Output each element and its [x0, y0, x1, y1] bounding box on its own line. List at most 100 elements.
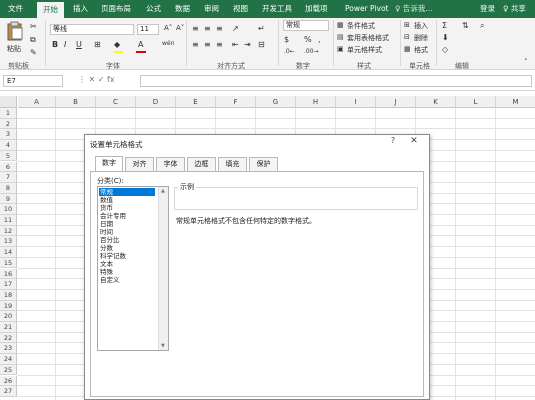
category-item[interactable]: 日期	[99, 220, 155, 228]
indent-increase-icon[interactable]: ⇥	[244, 40, 251, 49]
format-painter-icon[interactable]: ✎	[30, 48, 37, 57]
formula-bar-icons[interactable]: ⋮ ✕ ✓ fx	[78, 75, 115, 84]
underline-button[interactable]: U	[76, 40, 82, 49]
merge-center-icon[interactable]: ⊟	[258, 40, 265, 49]
category-item[interactable]: 分数	[99, 244, 155, 252]
category-item[interactable]: 科学记数	[99, 252, 155, 260]
autosum-icon[interactable]: Σ	[442, 21, 447, 30]
row-header[interactable]: 24	[0, 354, 17, 365]
indent-decrease-icon[interactable]: ⇤	[232, 40, 239, 49]
category-scrollbar[interactable]: ▲ ▼	[158, 187, 168, 350]
row-header[interactable]: 6	[0, 161, 17, 173]
tab-insert[interactable]: 插入	[73, 3, 88, 15]
tab-font[interactable]: 字体	[156, 157, 185, 171]
select-all-corner[interactable]	[0, 96, 17, 108]
column-header[interactable]: E	[176, 96, 216, 108]
row-header[interactable]: 23	[0, 343, 17, 355]
column-header[interactable]: A	[18, 96, 56, 108]
tab-file[interactable]: 文件	[8, 3, 23, 15]
tab-alignment[interactable]: 对齐	[125, 157, 154, 171]
column-header[interactable]: H	[296, 96, 336, 108]
scroll-down-icon[interactable]: ▼	[161, 343, 165, 349]
category-item[interactable]: 常规	[99, 188, 155, 196]
category-list[interactable]: 常规 数值 货币 会计专用 日期 时间 百分比 分数 科学记数 文本 特殊 自定…	[97, 186, 169, 351]
font-name-select[interactable]: 等线	[50, 24, 134, 35]
row-header[interactable]: 9	[0, 193, 17, 205]
row-header[interactable]: 27	[0, 386, 17, 397]
tab-power-pivot[interactable]: Power Pivot	[345, 3, 388, 15]
collapse-ribbon-icon[interactable]: ˄	[524, 58, 528, 66]
tab-border[interactable]: 边框	[187, 157, 216, 171]
help-button[interactable]: ?	[385, 136, 401, 148]
shrink-font-icon[interactable]: A˅	[176, 24, 184, 32]
tab-data[interactable]: 数据	[175, 3, 190, 15]
tell-me-search[interactable]: ♀ 告诉我...	[395, 3, 433, 14]
format-as-table-button[interactable]: 套用表格格式	[347, 33, 389, 43]
increase-decimal-icon[interactable]: .0←	[284, 48, 295, 55]
orientation-icon[interactable]: ↗	[232, 24, 239, 33]
row-header[interactable]: 1	[0, 108, 17, 119]
row-header[interactable]: 22	[0, 332, 17, 344]
cut-icon[interactable]: ✂	[30, 22, 37, 31]
row-header[interactable]: 21	[0, 322, 17, 333]
close-button[interactable]: ✕	[405, 136, 423, 148]
number-format-select[interactable]: 常规	[283, 20, 329, 31]
category-item[interactable]: 会计专用	[99, 212, 155, 220]
column-header[interactable]: C	[96, 96, 136, 108]
row-header[interactable]: 16	[0, 268, 17, 280]
align-center-icon[interactable]: ≡	[204, 40, 211, 49]
fill-icon[interactable]: ⬇	[442, 33, 449, 42]
tab-developer[interactable]: 开发工具	[262, 3, 292, 15]
phonetic-icon[interactable]: wén	[162, 40, 174, 47]
row-header[interactable]: 26	[0, 375, 17, 387]
insert-cells-button[interactable]: 插入	[414, 21, 428, 31]
tab-home[interactable]: 开始	[37, 2, 64, 18]
row-header[interactable]: 15	[0, 257, 17, 269]
tab-review[interactable]: 审阅	[204, 3, 219, 15]
name-box[interactable]: E7	[3, 75, 63, 87]
row-header[interactable]: 11	[0, 215, 17, 226]
align-bottom-icon[interactable]: ≡	[216, 24, 223, 33]
column-header[interactable]: M	[496, 96, 535, 108]
border-icon[interactable]: ⊞	[94, 40, 101, 49]
scroll-up-icon[interactable]: ▲	[161, 188, 165, 194]
row-header[interactable]: 7	[0, 172, 17, 183]
category-item[interactable]: 数值	[99, 196, 155, 204]
align-right-icon[interactable]: ≡	[216, 40, 223, 49]
wrap-text-icon[interactable]: ↵	[258, 24, 265, 33]
column-header[interactable]: K	[416, 96, 456, 108]
column-header[interactable]: J	[376, 96, 416, 108]
align-left-icon[interactable]: ≡	[192, 40, 199, 49]
paste-button[interactable]: 粘贴	[4, 21, 26, 57]
row-header[interactable]: 17	[0, 279, 17, 290]
comma-icon[interactable]: ,	[318, 35, 321, 44]
column-header[interactable]: F	[216, 96, 256, 108]
row-header[interactable]: 19	[0, 300, 17, 312]
category-item[interactable]: 时间	[99, 228, 155, 236]
tab-number[interactable]: 数字	[95, 156, 123, 172]
row-header[interactable]: 2	[0, 118, 17, 130]
column-header[interactable]: I	[336, 96, 376, 108]
fill-color-icon[interactable]: ◆	[114, 40, 120, 49]
category-item[interactable]: 百分比	[99, 236, 155, 244]
row-header[interactable]: 10	[0, 204, 17, 215]
formula-input[interactable]	[140, 75, 532, 87]
bold-button[interactable]: B	[52, 40, 58, 49]
sort-filter-icon[interactable]: ⇅	[462, 21, 469, 30]
row-header[interactable]: 14	[0, 247, 17, 258]
percent-icon[interactable]: %	[304, 35, 312, 44]
row-header[interactable]: 8	[0, 182, 17, 194]
category-item[interactable]: 自定义	[99, 276, 155, 284]
clear-icon[interactable]: ◇	[442, 45, 448, 54]
align-middle-icon[interactable]: ≡	[204, 24, 211, 33]
cell-styles-button[interactable]: 单元格样式	[347, 45, 382, 55]
format-cells-button[interactable]: 格式	[414, 45, 428, 55]
tab-view[interactable]: 视图	[233, 3, 248, 15]
category-item[interactable]: 文本	[99, 260, 155, 268]
tab-addins[interactable]: 加载项	[305, 3, 328, 15]
find-select-icon[interactable]: ⌕	[480, 21, 484, 31]
italic-button[interactable]: I	[64, 40, 66, 49]
conditional-format-button[interactable]: 条件格式	[347, 21, 375, 31]
column-header[interactable]: D	[136, 96, 176, 108]
category-item[interactable]: 特殊	[99, 268, 155, 276]
